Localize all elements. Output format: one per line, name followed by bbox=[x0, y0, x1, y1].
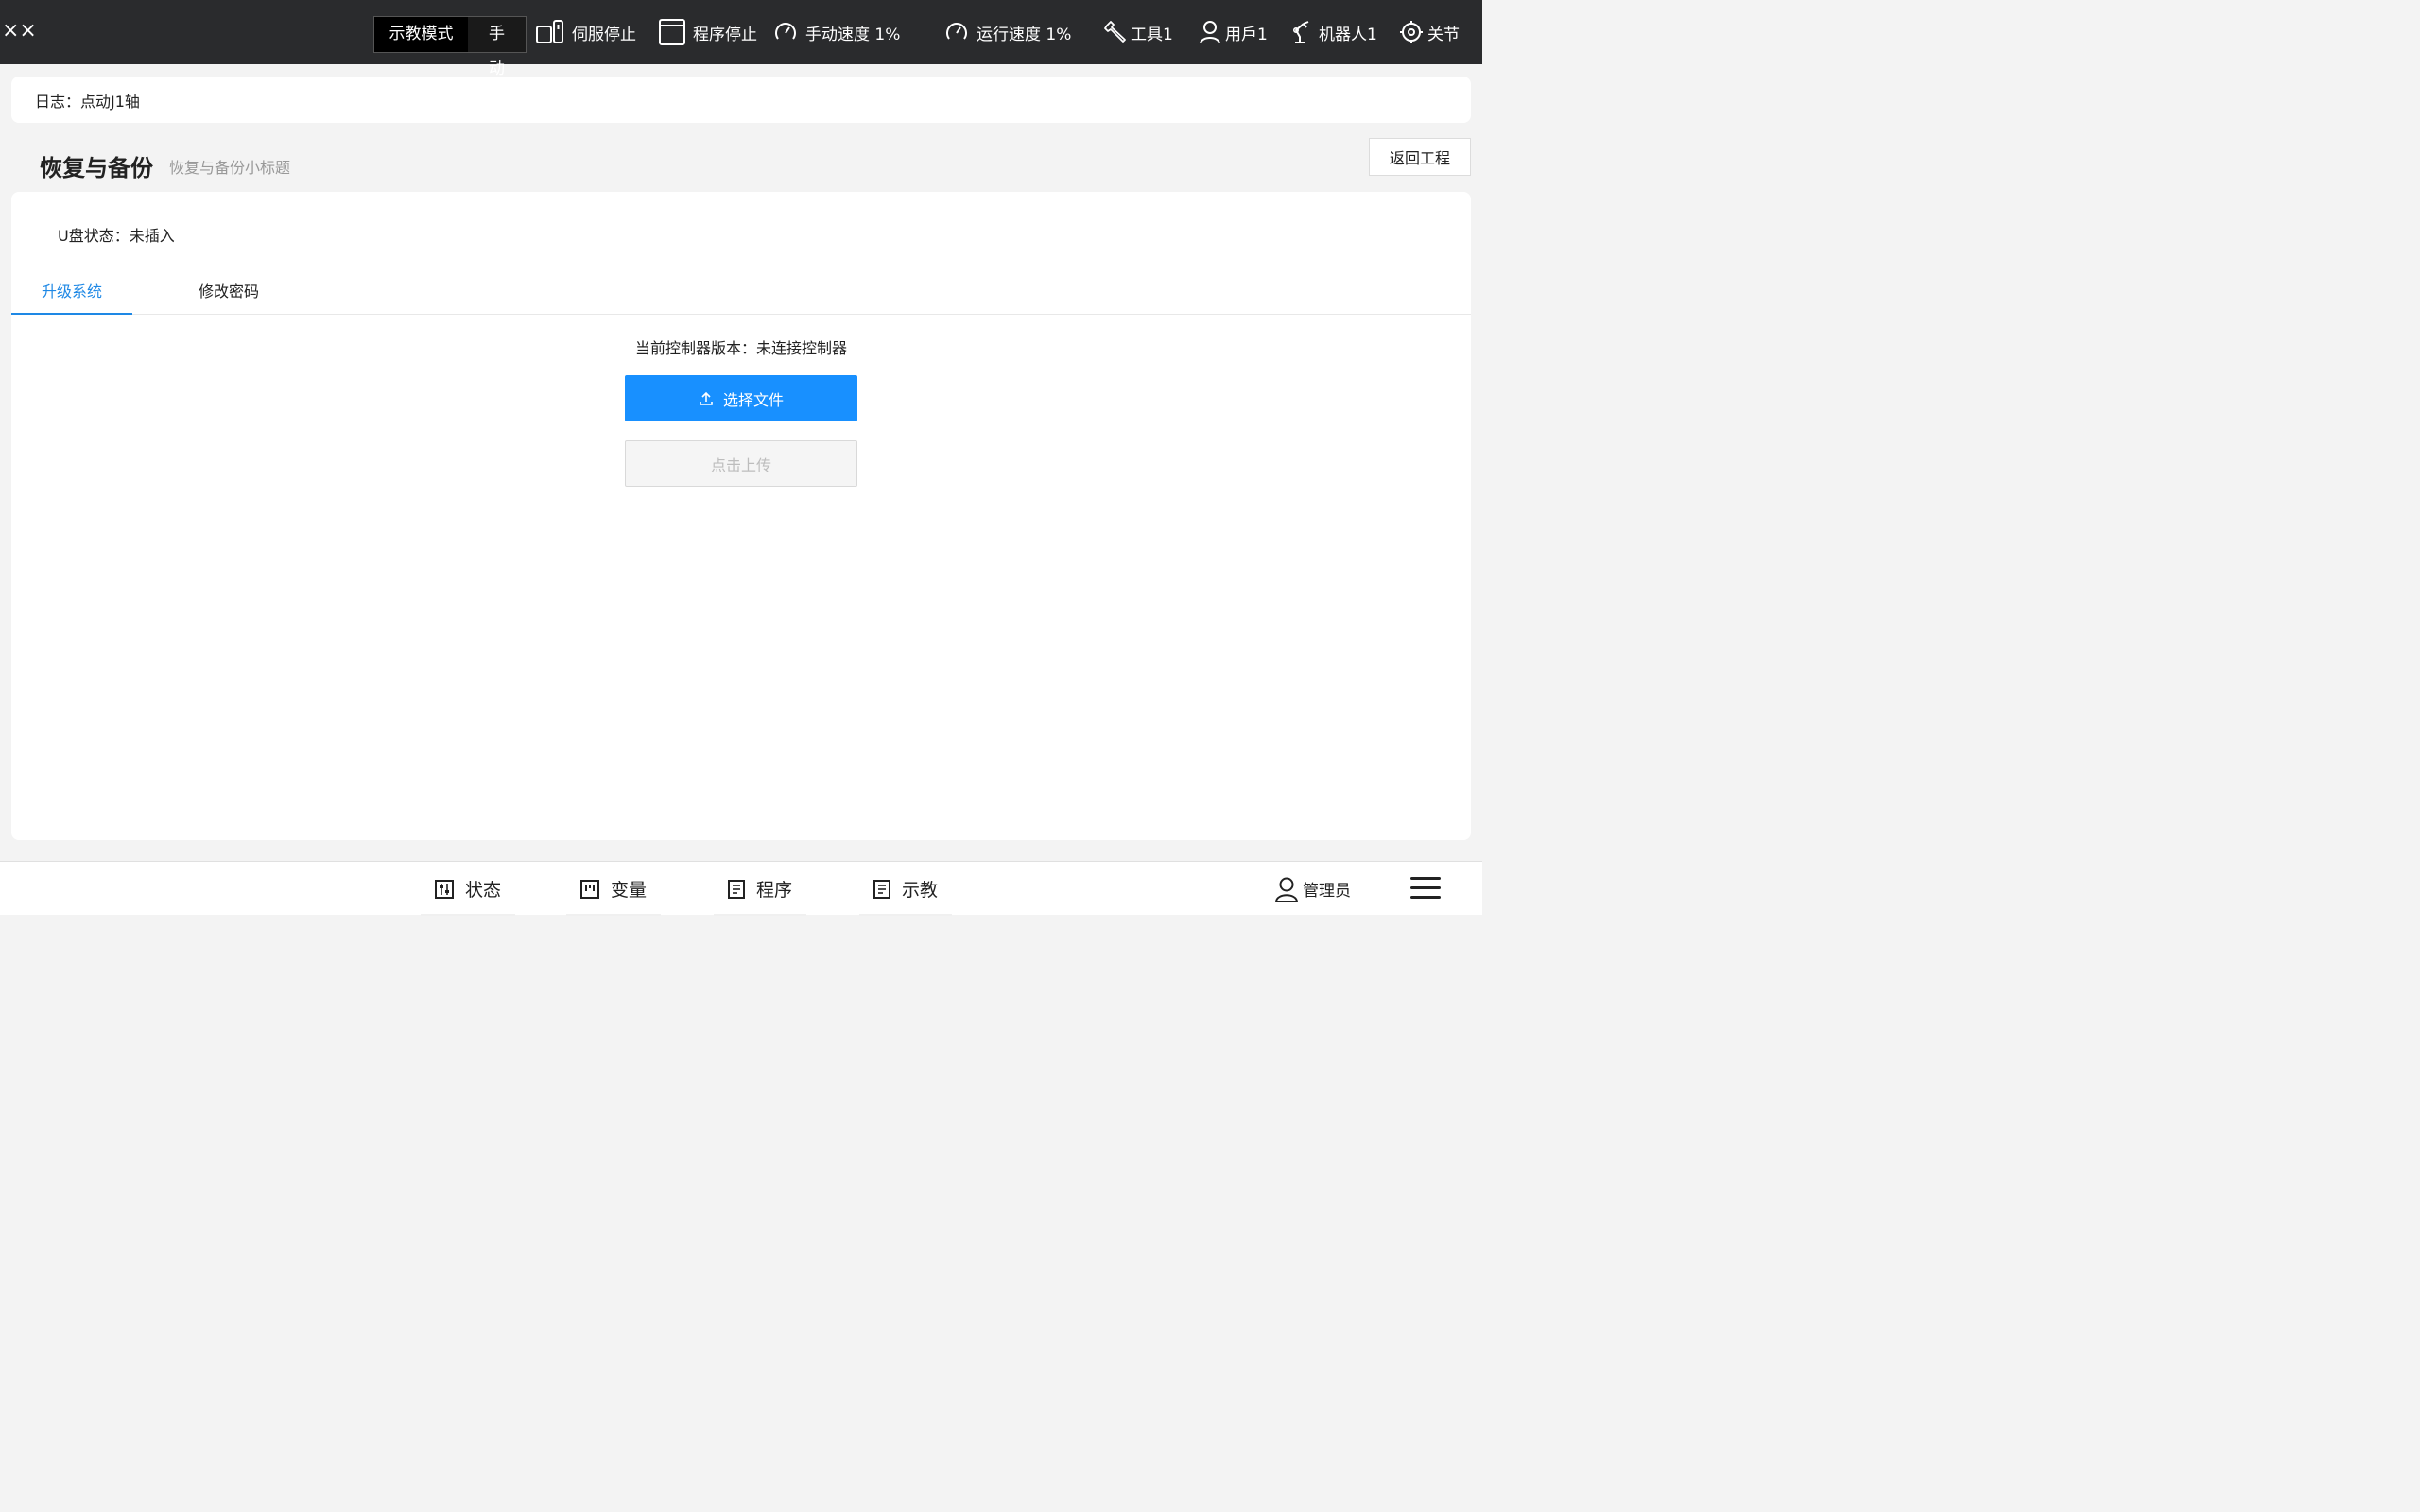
nav-program[interactable]: 程序 bbox=[713, 862, 807, 916]
servo-icon bbox=[536, 20, 563, 43]
nav-variables[interactable]: 变量 bbox=[565, 862, 662, 916]
wrench-icon bbox=[1104, 21, 1126, 43]
speedometer-icon bbox=[946, 23, 967, 40]
hamburger-menu-icon[interactable] bbox=[1410, 875, 1441, 902]
upload-button[interactable]: 点击上传 bbox=[625, 440, 857, 487]
program-label: 程序停止 bbox=[693, 25, 757, 44]
manual-mode-value[interactable]: 手动 bbox=[468, 17, 526, 78]
log-text: 日志：点动J1轴 bbox=[35, 93, 140, 111]
nav-variables-label: 变量 bbox=[611, 880, 648, 901]
main-card: U盘状态：未插入 升级系统 修改密码 当前控制器版本：未连接控制器 选择文件 点… bbox=[11, 192, 1471, 840]
tab-label: 升级系统 bbox=[41, 283, 102, 301]
admin-label: 管理员 bbox=[1303, 882, 1351, 901]
user-label: 用戶1 bbox=[1225, 25, 1268, 44]
bottom-nav: 状态 变量 程序 示教 管理员 bbox=[0, 861, 1482, 916]
tab-bar: 升级系统 修改密码 bbox=[11, 271, 1471, 315]
admin-account[interactable]: 管理员 bbox=[1274, 862, 1351, 916]
mode-selector[interactable]: 示教模式 手动 bbox=[373, 16, 527, 78]
tab-label: 修改密码 bbox=[198, 283, 259, 301]
teach-mode-label[interactable]: 示教模式 bbox=[374, 17, 468, 52]
page-title: 恢复与备份 bbox=[40, 155, 153, 181]
nav-teach-label: 示教 bbox=[902, 880, 939, 901]
run-speed[interactable]: 运行速度 1% bbox=[944, 15, 1071, 49]
tab-upgrade-system[interactable]: 升级系统 bbox=[11, 271, 132, 315]
run-speed-label: 运行速度 1% bbox=[977, 25, 1072, 44]
tool-label: 工具1 bbox=[1131, 25, 1173, 44]
nav-program-label: 程序 bbox=[756, 880, 793, 901]
variable-icon bbox=[580, 879, 599, 899]
target-icon bbox=[1400, 21, 1423, 43]
usb-status: U盘状态：未插入 bbox=[58, 227, 175, 245]
robot-selector[interactable]: 机器人1 bbox=[1292, 15, 1377, 49]
nav-status[interactable]: 状态 bbox=[420, 862, 516, 916]
servo-label: 伺服停止 bbox=[572, 25, 636, 44]
user-icon bbox=[1274, 877, 1299, 902]
joint-label: 关节 bbox=[1427, 25, 1460, 44]
window-icon bbox=[659, 19, 685, 45]
sliders-icon bbox=[435, 879, 454, 899]
joint-selector[interactable]: 关节 bbox=[1400, 15, 1460, 49]
nav-status-label: 状态 bbox=[465, 880, 502, 901]
manual-speed-label: 手动速度 1% bbox=[805, 25, 901, 44]
brand-logo: ×× bbox=[2, 19, 37, 43]
servo-status[interactable]: 伺服停止 bbox=[536, 15, 636, 49]
robot-label: 机器人1 bbox=[1319, 25, 1377, 44]
program-icon bbox=[728, 879, 745, 899]
tab-change-password[interactable]: 修改密码 bbox=[183, 271, 274, 315]
nav-teach[interactable]: 示教 bbox=[858, 862, 953, 916]
select-file-label: 选择文件 bbox=[722, 390, 784, 409]
robot-arm-icon bbox=[1292, 21, 1309, 43]
manual-speed[interactable]: 手动速度 1% bbox=[773, 15, 900, 49]
tool-selector[interactable]: 工具1 bbox=[1104, 15, 1173, 49]
controller-version: 当前控制器版本：未连接控制器 bbox=[634, 339, 847, 357]
user-icon bbox=[1200, 21, 1220, 44]
select-file-button[interactable]: 选择文件 bbox=[625, 375, 857, 421]
program-status[interactable]: 程序停止 bbox=[659, 15, 757, 49]
top-bar: ×× 示教模式 手动 伺服停止 程序停止 手动速度 1% 运行速度 1% 工具1… bbox=[0, 0, 1482, 78]
user-selector[interactable]: 用戶1 bbox=[1199, 15, 1268, 49]
upload-icon bbox=[700, 391, 713, 405]
speedometer-icon bbox=[775, 23, 796, 40]
teach-icon bbox=[873, 879, 890, 899]
page-subtitle: 恢复与备份小标题 bbox=[169, 159, 291, 177]
log-bar: 日志：点动J1轴 bbox=[11, 77, 1471, 123]
back-to-project-button[interactable]: 返回工程 bbox=[1369, 138, 1471, 176]
